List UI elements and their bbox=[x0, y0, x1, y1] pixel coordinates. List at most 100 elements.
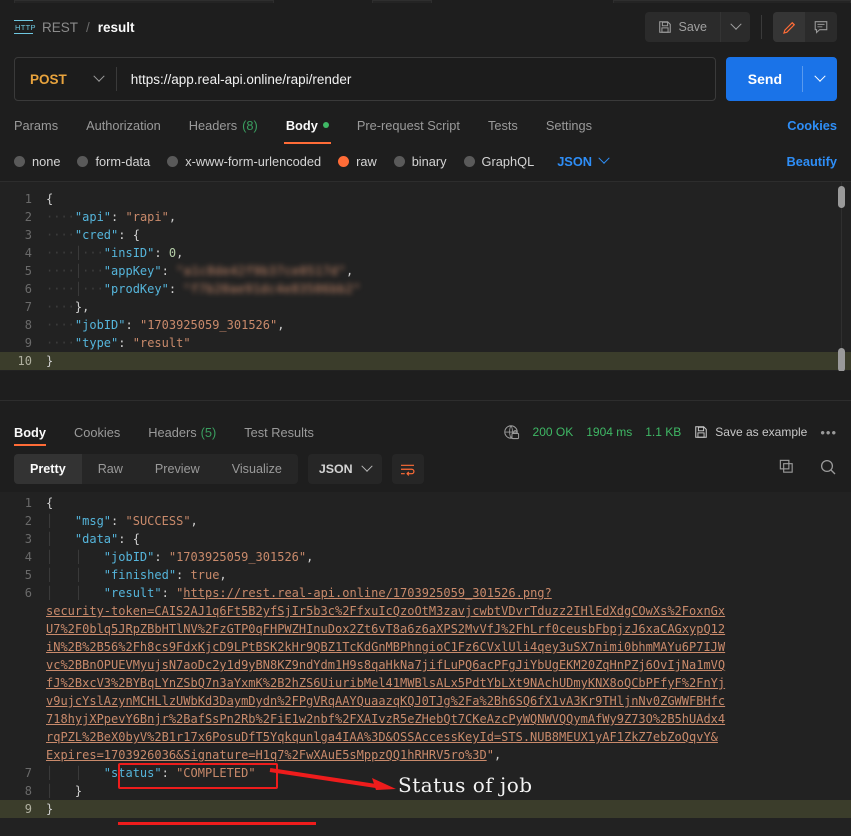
value-jobid: 1703925059_301526 bbox=[176, 550, 299, 564]
save-as-example-button[interactable]: Save as example bbox=[694, 425, 807, 439]
save-dropdown-button[interactable] bbox=[720, 12, 750, 42]
editor-scrollbar-thumb-bottom[interactable] bbox=[838, 348, 845, 371]
comment-button[interactable] bbox=[805, 12, 837, 42]
code-line: 4····│···"insID": 0, bbox=[0, 244, 851, 262]
result-url-part[interactable]: Expires=1703926036&Signature=H1q7%2FwXAu… bbox=[46, 748, 487, 762]
result-url-part[interactable]: rqPZL%2BeX0byV%2B1r17x6PosuDfT5Yqkqunlga… bbox=[46, 730, 718, 744]
tab-authorization-label: Authorization bbox=[86, 118, 161, 133]
line-number: 7 bbox=[0, 764, 46, 782]
result-url-part[interactable]: security-token=CAIS2AJ1q6Ft5B2yfSjIr5b3c… bbox=[46, 604, 725, 618]
edit-mode-button[interactable] bbox=[773, 12, 805, 42]
radio-x-www-form-urlencoded[interactable]: x-www-form-urlencoded bbox=[167, 154, 321, 169]
tab-body[interactable]: Body bbox=[272, 109, 343, 141]
response-tab-headers-count: (5) bbox=[201, 425, 217, 440]
request-body-editor[interactable]: 1{ 2····"api": "rapi", 3····"cred": { 4·… bbox=[0, 181, 851, 371]
editor-scrollbar[interactable] bbox=[838, 186, 845, 208]
line-number: 9 bbox=[0, 334, 46, 352]
code-line-wrap: Expires=1703926036&Signature=H1q7%2FwXAu… bbox=[0, 746, 851, 764]
result-url-part[interactable]: vc%2BBnOPUEVMyujsN7aoDc2y1d9yBN8KZ9ndYdm… bbox=[46, 658, 725, 672]
breadcrumb-current[interactable]: result bbox=[98, 20, 135, 35]
code-line-current: 10} bbox=[0, 352, 851, 370]
response-tab-cookies[interactable]: Cookies bbox=[60, 415, 134, 449]
view-mode-visualize[interactable]: Visualize bbox=[216, 454, 298, 484]
search-button[interactable] bbox=[819, 458, 837, 481]
copy-button[interactable] bbox=[778, 458, 795, 480]
response-toolbar-right bbox=[778, 458, 837, 481]
word-wrap-button[interactable] bbox=[392, 454, 424, 484]
globe-lock-icon bbox=[503, 424, 520, 441]
breadcrumb: HTTP REST / result bbox=[14, 19, 135, 35]
code-line: 6····│···"prodKey": "f7b20ae91dc4e83506b… bbox=[0, 280, 851, 298]
result-url-part[interactable]: 718hyjXPpevY6Bnjr%2BafSsPn2Rb%2FiE1w2nbf… bbox=[46, 712, 725, 726]
result-url-part[interactable]: iN%2B%2B56%2Fh8cs9FdxKjcD9LPtBSK2kHr9QBZ… bbox=[46, 640, 725, 654]
radio-icon-selected bbox=[338, 156, 349, 167]
search-icon bbox=[819, 458, 837, 476]
send-dropdown-button[interactable] bbox=[803, 75, 837, 83]
radio-icon bbox=[394, 156, 405, 167]
url-input[interactable]: https://app.real-api.online/rapi/render bbox=[117, 72, 352, 87]
line-number: 8 bbox=[0, 316, 46, 334]
response-tab-test-results[interactable]: Test Results bbox=[230, 415, 328, 449]
http-icon-label: HTTP bbox=[15, 23, 36, 32]
tab-params[interactable]: Params bbox=[14, 109, 72, 141]
value-type: result bbox=[140, 336, 183, 350]
response-tab-test-results-label: Test Results bbox=[244, 425, 314, 440]
result-url-part[interactable]: fJ%2BxcV3%2BYBqLYnZSbQ7n3aYxmK%2B2hZS6Ui… bbox=[46, 676, 725, 690]
value-appkey-redacted: "a1c8de42f9b37ce0517d" bbox=[176, 262, 346, 280]
ellipsis-icon[interactable]: ••• bbox=[820, 425, 837, 440]
breadcrumb-root[interactable]: REST bbox=[42, 20, 78, 35]
code-line: 3│ "data": { bbox=[0, 530, 851, 548]
radio-raw[interactable]: raw bbox=[338, 154, 377, 169]
chevron-down-icon bbox=[598, 153, 609, 164]
radio-graphql[interactable]: GraphQL bbox=[464, 154, 535, 169]
result-url-part[interactable]: U7%2F0blq5JRpZBbHTlNV%2FzGTP0qFHPWZHInuD… bbox=[46, 622, 725, 636]
radio-graphql-label: GraphQL bbox=[482, 154, 535, 169]
tab-pre-request-script[interactable]: Pre-request Script bbox=[343, 109, 474, 141]
line-number: 6 bbox=[0, 584, 46, 602]
request-format-selector[interactable]: JSON bbox=[557, 154, 608, 169]
method-selector[interactable]: POST bbox=[15, 58, 116, 100]
line-number: 5 bbox=[0, 566, 46, 584]
radio-form-data-label: form-data bbox=[95, 154, 150, 169]
line-number: 6 bbox=[0, 280, 46, 298]
value-status: COMPLETED bbox=[183, 766, 248, 780]
beautify-link[interactable]: Beautify bbox=[787, 154, 838, 169]
view-mode-pretty[interactable]: Pretty bbox=[14, 454, 82, 484]
response-format-selector[interactable]: JSON bbox=[308, 454, 382, 484]
tab-body-label: Body bbox=[286, 118, 318, 133]
result-url-part[interactable]: v9ujcYslAzynMCHLlzUWbKd3DaymDydn%2FPgVRq… bbox=[46, 694, 725, 708]
response-tab-body[interactable]: Body bbox=[14, 415, 60, 449]
radio-icon bbox=[464, 156, 475, 167]
tab-params-label: Params bbox=[14, 118, 58, 133]
code-line: 3····"cred": { bbox=[0, 226, 851, 244]
chevron-down-icon bbox=[730, 19, 741, 30]
tab-headers[interactable]: Headers (8) bbox=[175, 109, 272, 141]
radio-binary[interactable]: binary bbox=[394, 154, 447, 169]
method-label: POST bbox=[30, 72, 67, 87]
code-line-current: 9} bbox=[0, 800, 851, 818]
result-url-part[interactable]: https://rest.real-api.online/1703925059_… bbox=[183, 586, 551, 600]
tab-settings[interactable]: Settings bbox=[532, 109, 606, 141]
value-insid: 0 bbox=[169, 246, 176, 260]
send-button[interactable]: Send bbox=[726, 71, 802, 87]
response-tab-headers[interactable]: Headers (5) bbox=[134, 415, 230, 449]
copy-icon bbox=[778, 458, 795, 475]
save-button[interactable]: Save bbox=[645, 12, 721, 42]
tab-authorization[interactable]: Authorization bbox=[72, 109, 175, 141]
line-number: 1 bbox=[0, 494, 46, 512]
send-group: Send bbox=[726, 57, 837, 101]
view-mode-raw[interactable]: Raw bbox=[82, 454, 139, 484]
view-toggle-group bbox=[773, 12, 837, 42]
tab-tests[interactable]: Tests bbox=[474, 109, 532, 141]
radio-none[interactable]: none bbox=[14, 154, 60, 169]
tab-headers-count: (8) bbox=[242, 118, 258, 133]
annotation-underline bbox=[118, 822, 316, 825]
header-actions: Save bbox=[645, 12, 838, 42]
tab-headers-label: Headers bbox=[189, 118, 237, 133]
cookies-link[interactable]: Cookies bbox=[787, 118, 837, 133]
view-mode-preview[interactable]: Preview bbox=[139, 454, 216, 484]
radio-form-data[interactable]: form-data bbox=[77, 154, 150, 169]
code-line-wrap: fJ%2BxcV3%2BYBqLYnZSbQ7n3aYxmK%2B2hZS6Ui… bbox=[0, 674, 851, 692]
response-status-group: 200 OK 1904 ms 1.1 KB Save as example ••… bbox=[503, 424, 837, 441]
code-line: 5│ │ "finished": true, bbox=[0, 566, 851, 584]
